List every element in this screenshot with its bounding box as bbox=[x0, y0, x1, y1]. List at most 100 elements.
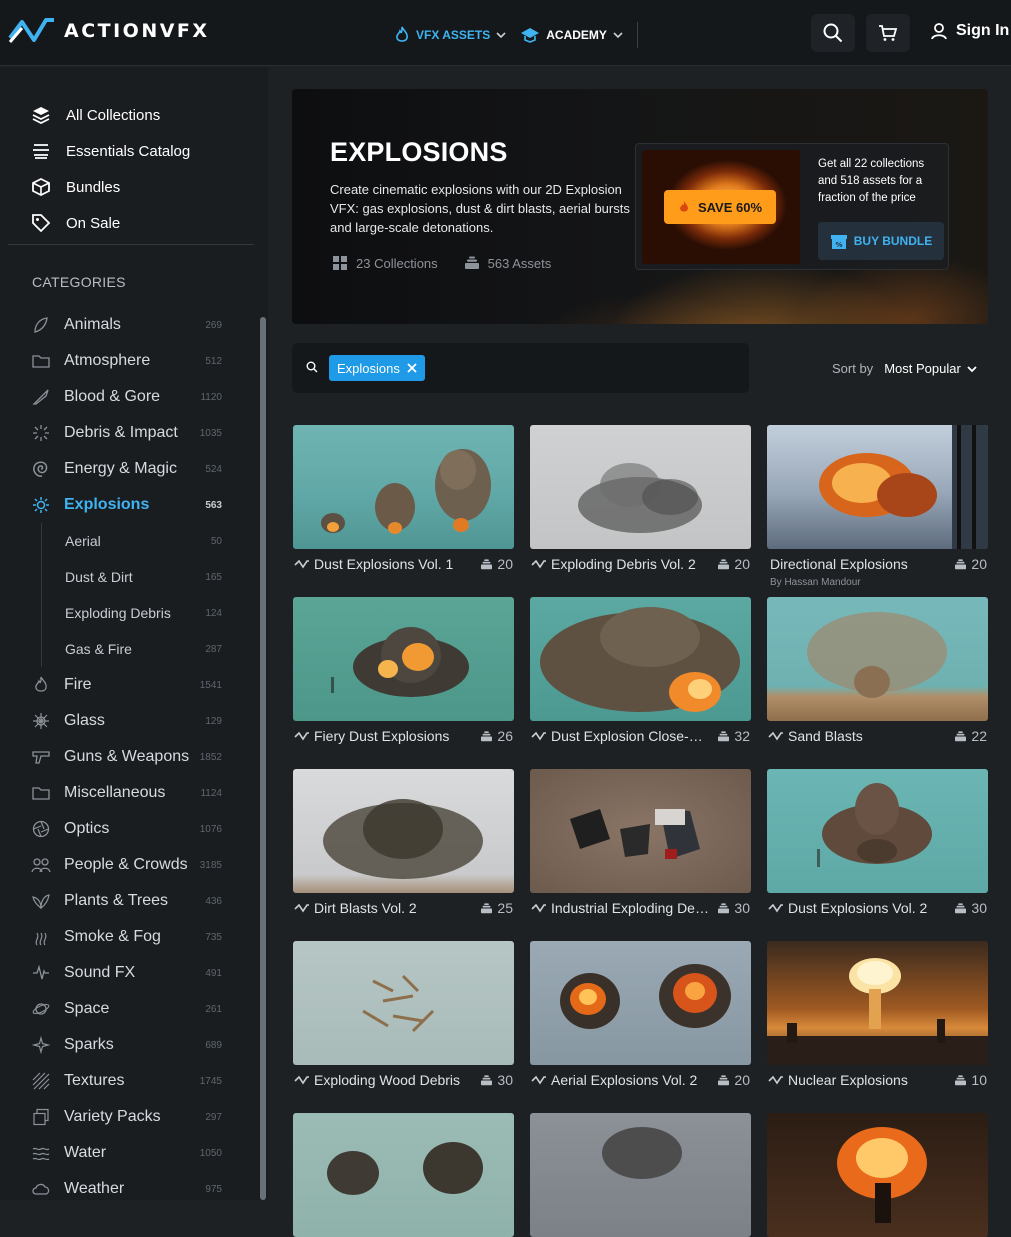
cart-button[interactable] bbox=[866, 14, 910, 52]
product-card-partial[interactable] bbox=[767, 1113, 988, 1237]
product-card-dust-explosions-vol-2[interactable]: Dust Explosions Vol. 2 30 bbox=[767, 769, 988, 923]
subcategory-exploding-debris[interactable]: Exploding Debris 124 bbox=[30, 595, 222, 631]
category-water[interactable]: Water 1050 bbox=[30, 1135, 222, 1171]
stack-icon bbox=[718, 730, 730, 741]
product-card-exploding-debris-vol-2[interactable]: Exploding Debris Vol. 2 20 bbox=[530, 425, 751, 579]
category-atmosphere[interactable]: Atmosphere 512 bbox=[30, 343, 222, 379]
product-thumbnail[interactable] bbox=[293, 597, 514, 721]
category-list: Animals 269 Atmosphere 512 Blood & Gore 112… bbox=[30, 307, 222, 1207]
sort-dropdown[interactable]: Most Popular bbox=[884, 361, 977, 376]
product-thumbnail[interactable] bbox=[293, 941, 514, 1065]
sidebar-link-essentials-catalog[interactable]: Essentials Catalog bbox=[30, 133, 190, 169]
sign-in-label: Sign In bbox=[956, 22, 1010, 39]
filter-search-bar[interactable]: Explosions bbox=[292, 343, 749, 393]
category-people-crowds[interactable]: People & Crowds 3185 bbox=[30, 847, 222, 883]
product-thumbnail[interactable] bbox=[293, 769, 514, 893]
product-card-industrial-exploding-debris[interactable]: Industrial Exploding Debris 30 bbox=[530, 769, 751, 923]
category-explosions[interactable]: Explosions 563 bbox=[30, 487, 222, 523]
thumbnail-art bbox=[327, 1142, 483, 1195]
category-blood-gore[interactable]: Blood & Gore 1120 bbox=[30, 379, 222, 415]
category-textures[interactable]: Textures 1745 bbox=[30, 1063, 222, 1099]
asset-count: 20 bbox=[717, 556, 750, 572]
academy-menu[interactable]: ACADEMY bbox=[520, 27, 623, 43]
product-title: Nuclear Explosions bbox=[788, 1072, 908, 1088]
product-card-dust-explosions-vol-1[interactable]: Dust Explosions Vol. 1 20 bbox=[293, 425, 514, 579]
product-card-nuclear-explosions[interactable]: Nuclear Explosions 10 bbox=[767, 941, 988, 1095]
product-card-fiery-dust-explosions[interactable]: Fiery Dust Explosions 26 bbox=[293, 597, 514, 751]
category-animals[interactable]: Animals 269 bbox=[30, 307, 222, 343]
product-thumbnail[interactable] bbox=[530, 769, 751, 893]
sidebar-scrollbar[interactable] bbox=[260, 317, 266, 1200]
subcategory-aerial[interactable]: Aerial 50 bbox=[30, 523, 222, 559]
search-button[interactable] bbox=[811, 14, 855, 52]
actionvfx-logo[interactable]: ACTIONVFX bbox=[8, 16, 210, 46]
product-card-exploding-wood-debris[interactable]: Exploding Wood Debris 30 bbox=[293, 941, 514, 1095]
category-glass[interactable]: Glass 129 bbox=[30, 703, 222, 739]
thumbnail-art bbox=[323, 799, 483, 879]
burst-icon bbox=[33, 425, 49, 441]
product-card-aerial-explosions-vol-2[interactable]: Aerial Explosions Vol. 2 20 bbox=[530, 941, 751, 1095]
product-thumbnail[interactable] bbox=[767, 1113, 988, 1237]
category-weather[interactable]: Weather 975 bbox=[30, 1171, 222, 1207]
thumbnail-art bbox=[767, 958, 988, 1065]
category-miscellaneous[interactable]: Miscellaneous 1124 bbox=[30, 775, 222, 811]
category-sound-fx[interactable]: Sound FX 491 bbox=[30, 955, 222, 991]
sequence-icon bbox=[294, 559, 309, 569]
asset-count: 22 bbox=[954, 728, 987, 744]
product-card-directional-explosions[interactable]: Directional Explosions 20 By Hassan Mand… bbox=[767, 425, 988, 588]
grid-icon bbox=[333, 256, 347, 270]
category-energy-magic[interactable]: Energy & Magic 524 bbox=[30, 451, 222, 487]
asset-count: 20 bbox=[954, 556, 987, 572]
category-space[interactable]: Space 261 bbox=[30, 991, 222, 1027]
category-plants-trees[interactable]: Plants & Trees 436 bbox=[30, 883, 222, 919]
vfx-assets-menu[interactable]: VFX ASSETS bbox=[394, 26, 506, 44]
wave-icon bbox=[32, 1147, 50, 1161]
close-icon[interactable] bbox=[407, 363, 417, 373]
chevron-down-icon bbox=[967, 365, 977, 372]
product-card-dust-explosion-close-ups[interactable]: Dust Explosion Close-Ups 32 bbox=[530, 597, 751, 751]
product-thumbnail[interactable] bbox=[530, 941, 751, 1065]
thumbnail-art bbox=[560, 964, 731, 1029]
category-guns-weapons[interactable]: Guns & Weapons 1852 bbox=[30, 739, 222, 775]
search-icon bbox=[306, 361, 318, 373]
waveform-icon bbox=[33, 964, 49, 980]
subcategory-dust-dirt[interactable]: Dust & Dirt 165 bbox=[30, 559, 222, 595]
sign-in-link[interactable]: Sign In bbox=[930, 22, 1009, 40]
filter-tag-label: Explosions bbox=[337, 360, 400, 376]
category-fire[interactable]: Fire 1541 bbox=[30, 667, 222, 703]
product-card-dirt-blasts-vol-2[interactable]: Dirt Blasts Vol. 2 25 bbox=[293, 769, 514, 923]
product-thumbnail[interactable] bbox=[767, 769, 988, 893]
tag-icon bbox=[32, 214, 51, 233]
subcategory-gas-fire[interactable]: Gas & Fire 287 bbox=[30, 631, 222, 667]
category-sparks[interactable]: Sparks 689 bbox=[30, 1027, 222, 1063]
explosion-icon bbox=[33, 497, 49, 513]
product-thumbnail[interactable] bbox=[293, 425, 514, 549]
user-icon bbox=[931, 23, 947, 40]
product-author: By Hassan Mandour bbox=[770, 577, 861, 588]
active-filter-tag[interactable]: Explosions bbox=[329, 355, 425, 381]
category-optics[interactable]: Optics 1076 bbox=[30, 811, 222, 847]
scrollbar-thumb[interactable] bbox=[260, 317, 266, 1200]
category-smoke-fog[interactable]: Smoke & Fog 735 bbox=[30, 919, 222, 955]
product-thumbnail[interactable] bbox=[293, 1113, 514, 1237]
sidebar-link-all-collections[interactable]: All Collections bbox=[30, 97, 190, 133]
buy-bundle-button[interactable]: % BUY BUNDLE bbox=[818, 222, 944, 260]
product-thumbnail[interactable] bbox=[767, 425, 988, 549]
stack-icon bbox=[955, 730, 967, 741]
product-card-partial[interactable] bbox=[530, 1113, 751, 1237]
animal-icon bbox=[34, 317, 48, 333]
category-variety-packs[interactable]: Variety Packs 297 bbox=[30, 1099, 222, 1135]
sidebar-link-on-sale[interactable]: On Sale bbox=[30, 205, 190, 241]
product-card-partial[interactable] bbox=[293, 1113, 514, 1237]
product-thumbnail[interactable] bbox=[767, 941, 988, 1065]
thumbnail-art bbox=[807, 612, 947, 698]
thumbnail-art bbox=[817, 783, 932, 867]
stack-icon bbox=[464, 256, 479, 269]
product-thumbnail[interactable] bbox=[530, 1113, 751, 1237]
product-thumbnail[interactable] bbox=[530, 597, 751, 721]
product-thumbnail[interactable] bbox=[767, 597, 988, 721]
category-debris-impact[interactable]: Debris & Impact 1035 bbox=[30, 415, 222, 451]
product-thumbnail[interactable] bbox=[530, 425, 751, 549]
product-card-sand-blasts[interactable]: Sand Blasts 22 bbox=[767, 597, 988, 751]
sidebar-link-bundles[interactable]: Bundles bbox=[30, 169, 190, 205]
